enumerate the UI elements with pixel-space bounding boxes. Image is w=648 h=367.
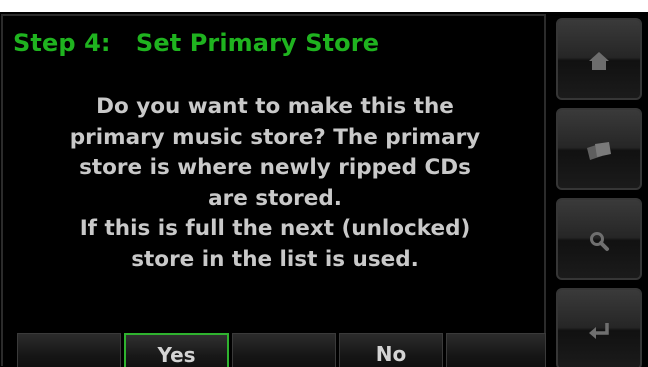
back-button[interactable] — [556, 288, 642, 367]
message-line: store is where newly ripped CDs — [79, 155, 471, 180]
yes-button[interactable]: Yes — [124, 333, 229, 367]
page-title: Step 4: Set Primary Store — [13, 29, 380, 57]
side-button-column — [552, 12, 648, 367]
albums-button[interactable] — [556, 108, 642, 190]
yes-button-label: Yes — [157, 343, 196, 367]
album-covers-icon — [587, 142, 611, 160]
wizard-message: Do you want to make this the primary mus… — [11, 92, 539, 275]
bottom-slot-empty — [446, 333, 546, 367]
device-screen: Step 4: Set Primary Store Do you want to… — [0, 12, 648, 367]
message-line: Do you want to make this the — [96, 94, 454, 119]
bottom-slot-empty — [17, 333, 121, 367]
back-enter-icon — [589, 323, 609, 339]
message-line: store in the list is used. — [131, 246, 419, 272]
search-icon — [590, 232, 609, 251]
home-button[interactable] — [556, 18, 642, 100]
bottom-slot-empty — [232, 333, 336, 367]
message-line: If this is full the next (unlocked) — [79, 216, 471, 241]
search-button[interactable] — [556, 198, 642, 280]
no-button[interactable]: No — [339, 333, 443, 367]
message-line: primary music store? The primary — [69, 124, 481, 150]
bottom-button-bar: Yes No — [3, 333, 548, 367]
wizard-panel: Step 4: Set Primary Store Do you want to… — [1, 14, 548, 367]
message-line: are stored. — [208, 185, 342, 211]
home-icon — [589, 52, 609, 70]
no-button-label: No — [375, 342, 407, 366]
